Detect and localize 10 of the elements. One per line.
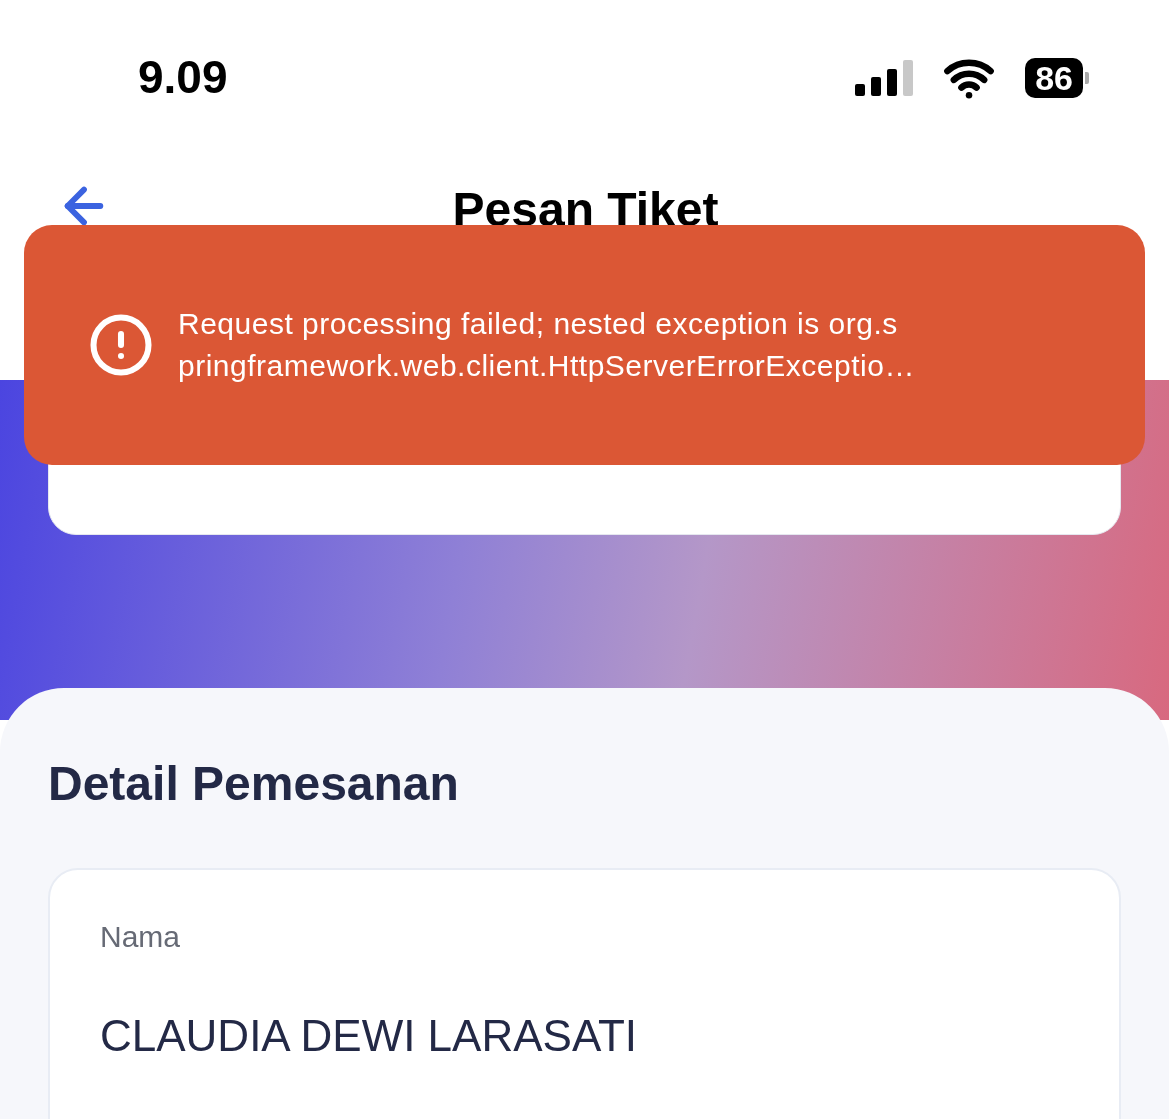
name-value: CLAUDIA DEWI LARASATI [100,1014,639,1058]
battery-level: 86 [1025,57,1083,98]
battery-tip-icon [1085,71,1089,84]
status-time: 9.09 [138,50,228,105]
signal-icon [855,59,914,96]
page-title: Pesan Tiket [452,182,719,238]
error-message: Request processing failed; nested exception is org.s pringframework.web.client.HttpServerErrorExceptio… [178,306,915,384]
alert-icon [88,312,154,378]
section-title: Detail Pemesanan [48,760,460,808]
field-label: Nama [100,922,182,952]
